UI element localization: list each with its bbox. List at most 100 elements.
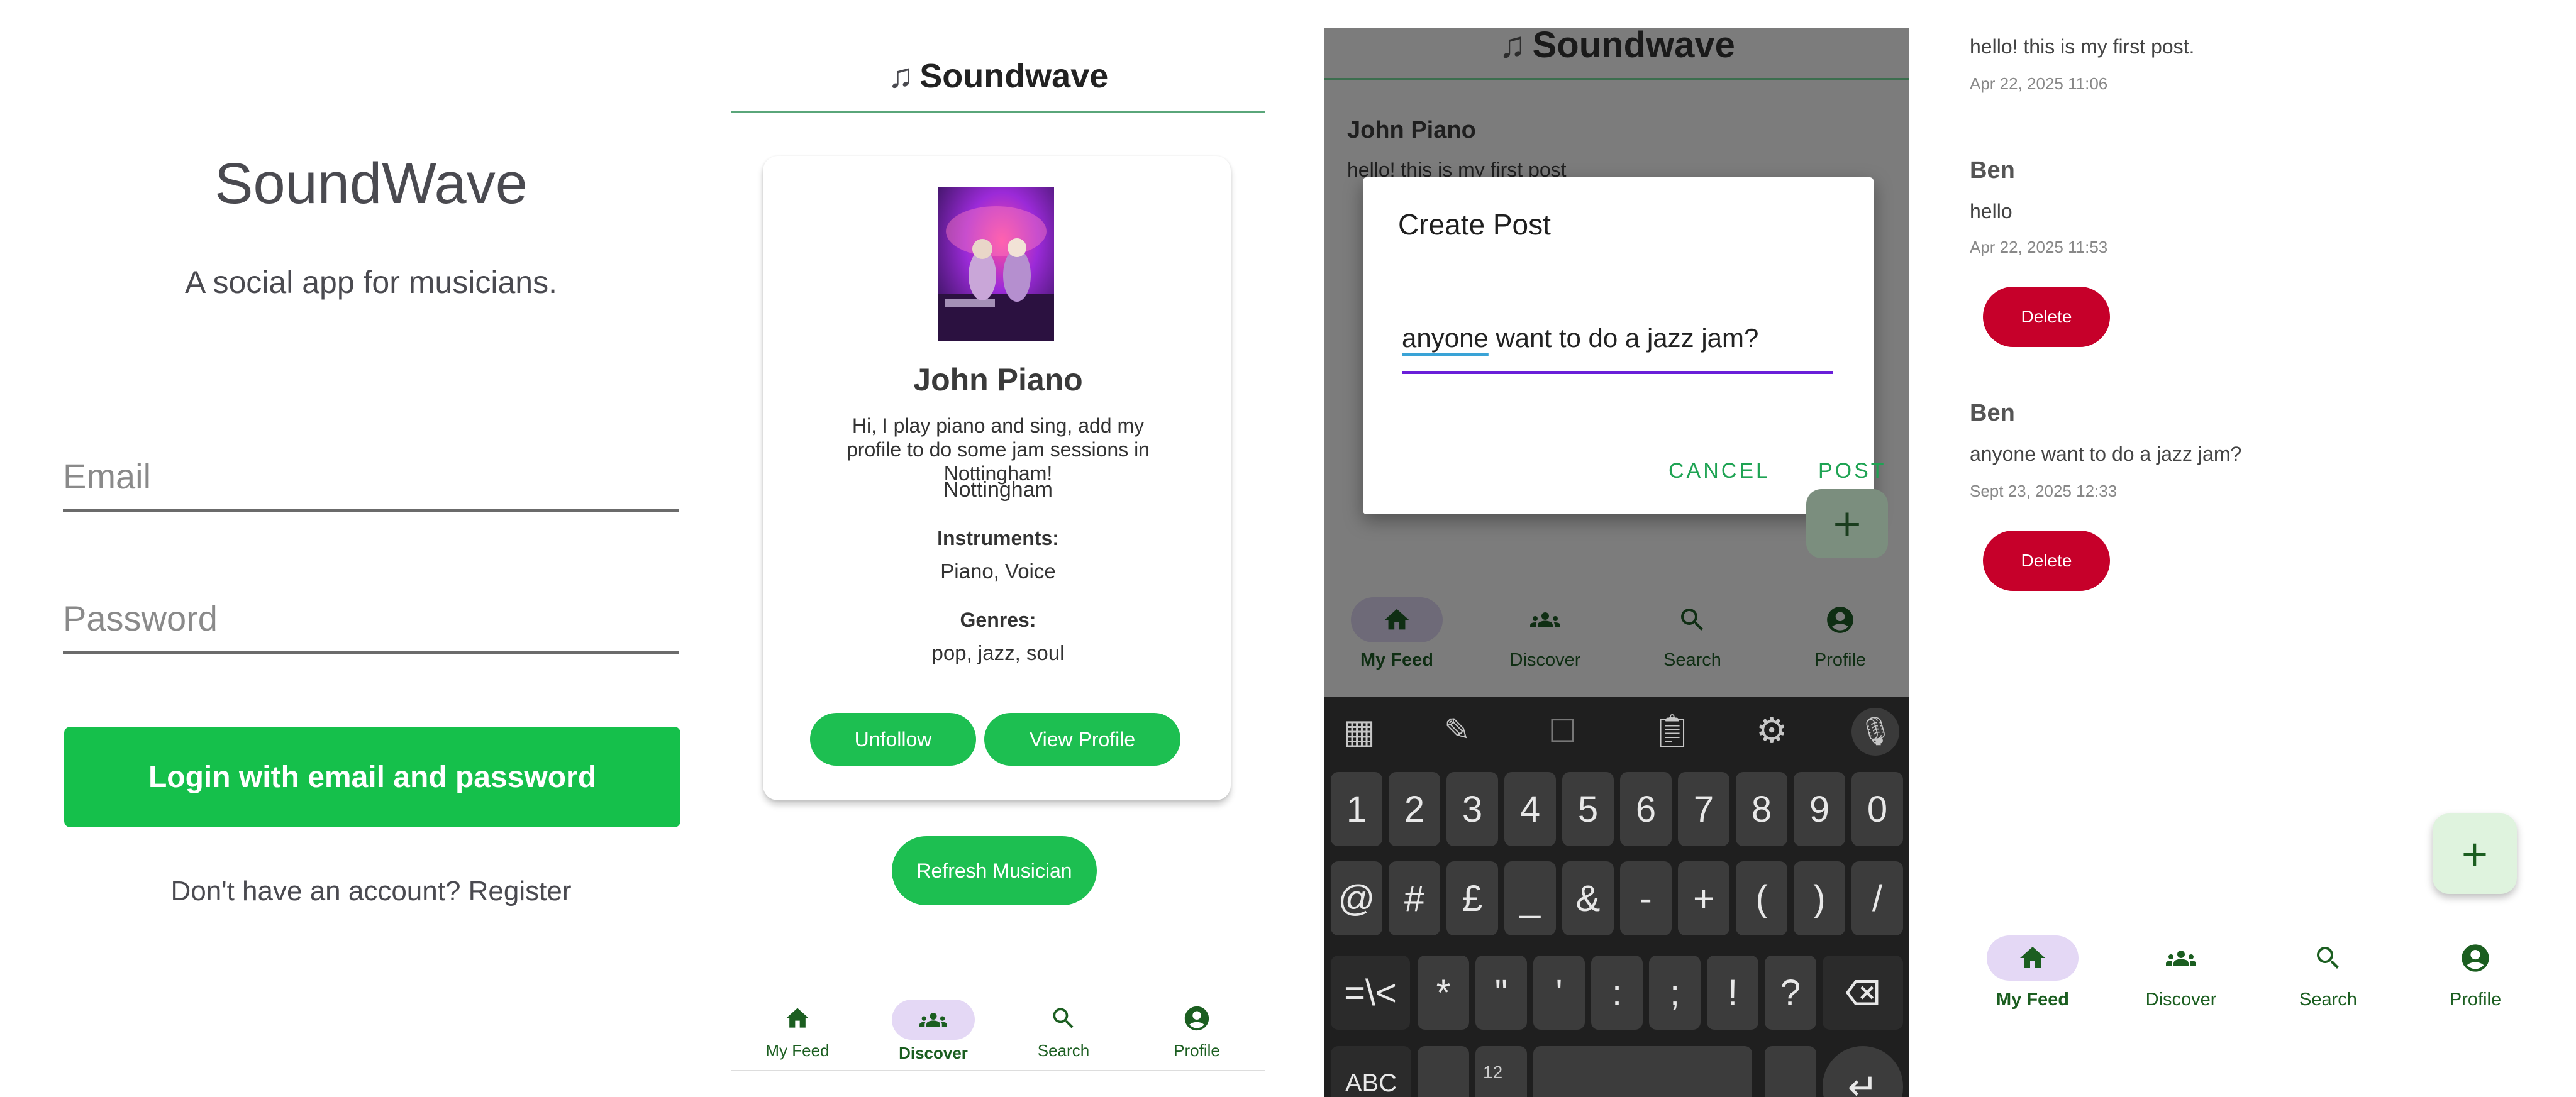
unfollow-button[interactable]: Unfollow — [810, 713, 976, 766]
nav-label: Profile — [1814, 650, 1867, 670]
nav-item-my-feed[interactable]: My Feed — [1350, 597, 1444, 671]
sticker-icon[interactable]: ☐ — [1548, 713, 1577, 749]
my-feed-screen: hello! this is my first post. Apr 22, 20… — [1924, 0, 2576, 1097]
keyboard-key[interactable]: " — [1475, 956, 1527, 1030]
account-icon — [1802, 597, 1878, 642]
nav-item-profile[interactable]: Profile — [1793, 597, 1887, 671]
email-field[interactable] — [63, 456, 679, 497]
delete-post-button[interactable]: Delete — [1983, 287, 2110, 347]
nav-label: Discover — [1509, 650, 1581, 670]
nav-item-profile[interactable]: Profile — [2419, 935, 2532, 1010]
keyboard-key[interactable]: * — [1418, 956, 1469, 1030]
keyboard-key[interactable]: @ — [1331, 861, 1382, 935]
header-divider — [731, 111, 1265, 113]
nav-label: Profile — [1174, 1041, 1220, 1060]
instruments-value: Piano, Voice — [940, 560, 1056, 583]
magic-wand-icon[interactable]: ✎ — [1444, 712, 1470, 748]
nav-label: Profile — [2449, 990, 2502, 1010]
create-post-dialog: Create Post anyone want to do a jazz jam… — [1363, 177, 1884, 514]
genres-label: Genres: — [960, 609, 1036, 631]
keyboard-key-abc[interactable]: ABC — [1331, 1046, 1411, 1097]
post-text-value: anyone want to do a jazz jam? — [1402, 323, 1758, 353]
keyboard-key[interactable]: 5 — [1562, 772, 1614, 846]
register-link[interactable]: Don't have an account? Register — [0, 876, 730, 907]
account-icon — [1162, 1000, 1231, 1037]
keyboard-key[interactable]: # — [1389, 861, 1440, 935]
app-subtitle: A social app for musicians. — [185, 265, 557, 300]
keyboard-key[interactable]: 3 — [1446, 772, 1498, 846]
musician-name: John Piano — [913, 362, 1083, 397]
keyboard-key[interactable]: ? — [1765, 956, 1816, 1030]
keyboard-key[interactable]: & — [1562, 861, 1614, 935]
create-post-screen: ♫ Soundwave John Piano hello! this is my … — [1324, 0, 1909, 1097]
add-post-fab[interactable]: + — [1806, 489, 1888, 558]
instruments-label: Instruments: — [937, 527, 1059, 549]
cancel-button[interactable]: CANCEL — [1668, 459, 1770, 483]
keyboard-key[interactable]: 4 — [1504, 772, 1556, 846]
keyboard-key[interactable]: ( — [1736, 861, 1787, 935]
nav-label: Search — [1663, 650, 1721, 670]
password-field[interactable] — [63, 598, 679, 639]
post-text-input[interactable]: anyone want to do a jazz jam? — [1402, 321, 1833, 374]
app-header: ♫ Soundwave — [1324, 24, 1909, 66]
refresh-musician-button[interactable]: Refresh Musician — [892, 836, 1097, 905]
keyboard-key[interactable]: ; — [1649, 956, 1701, 1030]
microphone-icon[interactable]: 🎙︎ — [1852, 708, 1899, 756]
keyboard-key[interactable]: ! — [1707, 956, 1758, 1030]
home-icon — [1987, 935, 2079, 981]
nav-item-search[interactable]: Search — [2272, 935, 2385, 1010]
nav-item-search[interactable]: Search — [1645, 597, 1740, 671]
clipboard-icon[interactable]: 📋︎ — [1652, 712, 1693, 750]
view-profile-button[interactable]: View Profile — [984, 713, 1180, 766]
keyboard-key[interactable]: 9 — [1794, 772, 1845, 846]
keyboard-key[interactable]: £ — [1446, 861, 1498, 935]
keyboard-key[interactable]: 0 — [1852, 772, 1903, 846]
login-button[interactable]: Login with email and password — [64, 727, 680, 827]
nav-item-discover[interactable]: Discover — [1498, 597, 1592, 671]
keyboard-key[interactable]: + — [1678, 861, 1729, 935]
nav-item-my-feed[interactable]: My Feed — [757, 1000, 838, 1061]
bottom-nav: My Feed Discover Search Profile — [731, 981, 1265, 1094]
keyboard-key[interactable]: 7 — [1678, 772, 1729, 846]
keyboard-key[interactable]: _ — [1504, 861, 1556, 935]
keyboard-key[interactable]: 2 — [1389, 772, 1440, 846]
post-button[interactable]: POST — [1818, 459, 1887, 483]
backspace-icon[interactable] — [1823, 956, 1903, 1030]
keyboard-key[interactable]: 1 — [1331, 772, 1382, 846]
add-post-fab[interactable]: + — [2433, 813, 2517, 894]
people-icon — [1507, 597, 1583, 642]
keyboard-key-comma[interactable] — [1418, 1046, 1469, 1097]
post-timestamp: Apr 22, 2025 11:06 — [1970, 74, 2108, 93]
delete-post-button[interactable]: Delete — [1983, 531, 2110, 591]
nav-item-discover[interactable]: Discover — [886, 1000, 980, 1063]
search-icon — [1655, 597, 1730, 642]
nav-label: Search — [1037, 1041, 1090, 1060]
keyboard-key[interactable]: ' — [1533, 956, 1585, 1030]
nav-item-my-feed[interactable]: My Feed — [1976, 935, 2089, 1010]
nav-item-discover[interactable]: Discover — [2124, 935, 2238, 1010]
nav-item-profile[interactable]: Profile — [1156, 1000, 1238, 1061]
keyboard-spacebar[interactable] — [1533, 1046, 1752, 1097]
nav-label: My Feed — [1996, 990, 2070, 1010]
nav-label: Discover — [899, 1044, 968, 1062]
dialog-title: Create Post — [1398, 208, 1551, 241]
keyboard-key[interactable]: ) — [1794, 861, 1845, 935]
apps-grid-icon[interactable]: ▦ — [1343, 712, 1375, 751]
keyboard-key[interactable]: : — [1591, 956, 1643, 1030]
settings-gear-icon[interactable]: ⚙ — [1756, 710, 1787, 751]
keyboard-key[interactable]: - — [1620, 861, 1672, 935]
keyboard-key[interactable]: 8 — [1736, 772, 1787, 846]
people-icon — [2143, 935, 2219, 981]
post-author: Ben — [1970, 157, 2015, 184]
search-icon — [2290, 935, 2366, 981]
keyboard-key[interactable]: / — [1852, 861, 1903, 935]
keyboard-key-period[interactable] — [1765, 1046, 1816, 1097]
people-icon — [892, 1000, 975, 1040]
keyboard-key-symbols[interactable]: =\< — [1331, 956, 1410, 1030]
post-timestamp: Apr 22, 2025 11:53 — [1970, 238, 2108, 256]
nav-label: Search — [2299, 990, 2357, 1010]
keyboard-key[interactable]: 6 — [1620, 772, 1672, 846]
app-header-title: Soundwave — [1532, 25, 1735, 65]
nav-item-search[interactable]: Search — [1023, 1000, 1104, 1061]
app-title: SoundWave — [214, 152, 528, 216]
